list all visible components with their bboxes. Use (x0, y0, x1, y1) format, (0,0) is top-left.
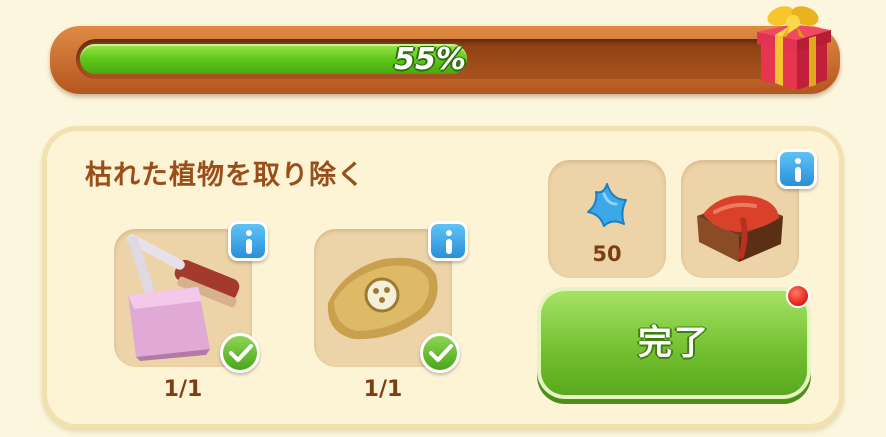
requirement-slot-sack[interactable] (314, 221, 468, 373)
requirement-slot-dustpan[interactable] (114, 221, 268, 373)
info-button[interactable] (228, 221, 268, 261)
check-icon (220, 333, 260, 373)
reward-amount: 50 (592, 242, 622, 266)
task-panel: 枯れた植物を取り除く 1/1 1/1 50 完了 (47, 131, 839, 424)
check-icon (420, 333, 460, 373)
reward-slot-crate[interactable] (681, 149, 817, 278)
task-title: 枯れた植物を取り除く (85, 160, 365, 191)
requirement-count: 1/1 (363, 377, 403, 402)
complete-button[interactable]: 完了 (541, 291, 807, 395)
gift-box-icon[interactable] (753, 2, 833, 92)
red-dot-icon (786, 284, 810, 308)
progress-bar: 55% (50, 26, 840, 94)
requirement-count: 1/1 (163, 377, 203, 402)
info-button[interactable] (428, 221, 468, 261)
info-button[interactable] (777, 149, 817, 189)
reward-slot-star: 50 (548, 160, 666, 278)
progress-percent: 55% (394, 42, 466, 77)
